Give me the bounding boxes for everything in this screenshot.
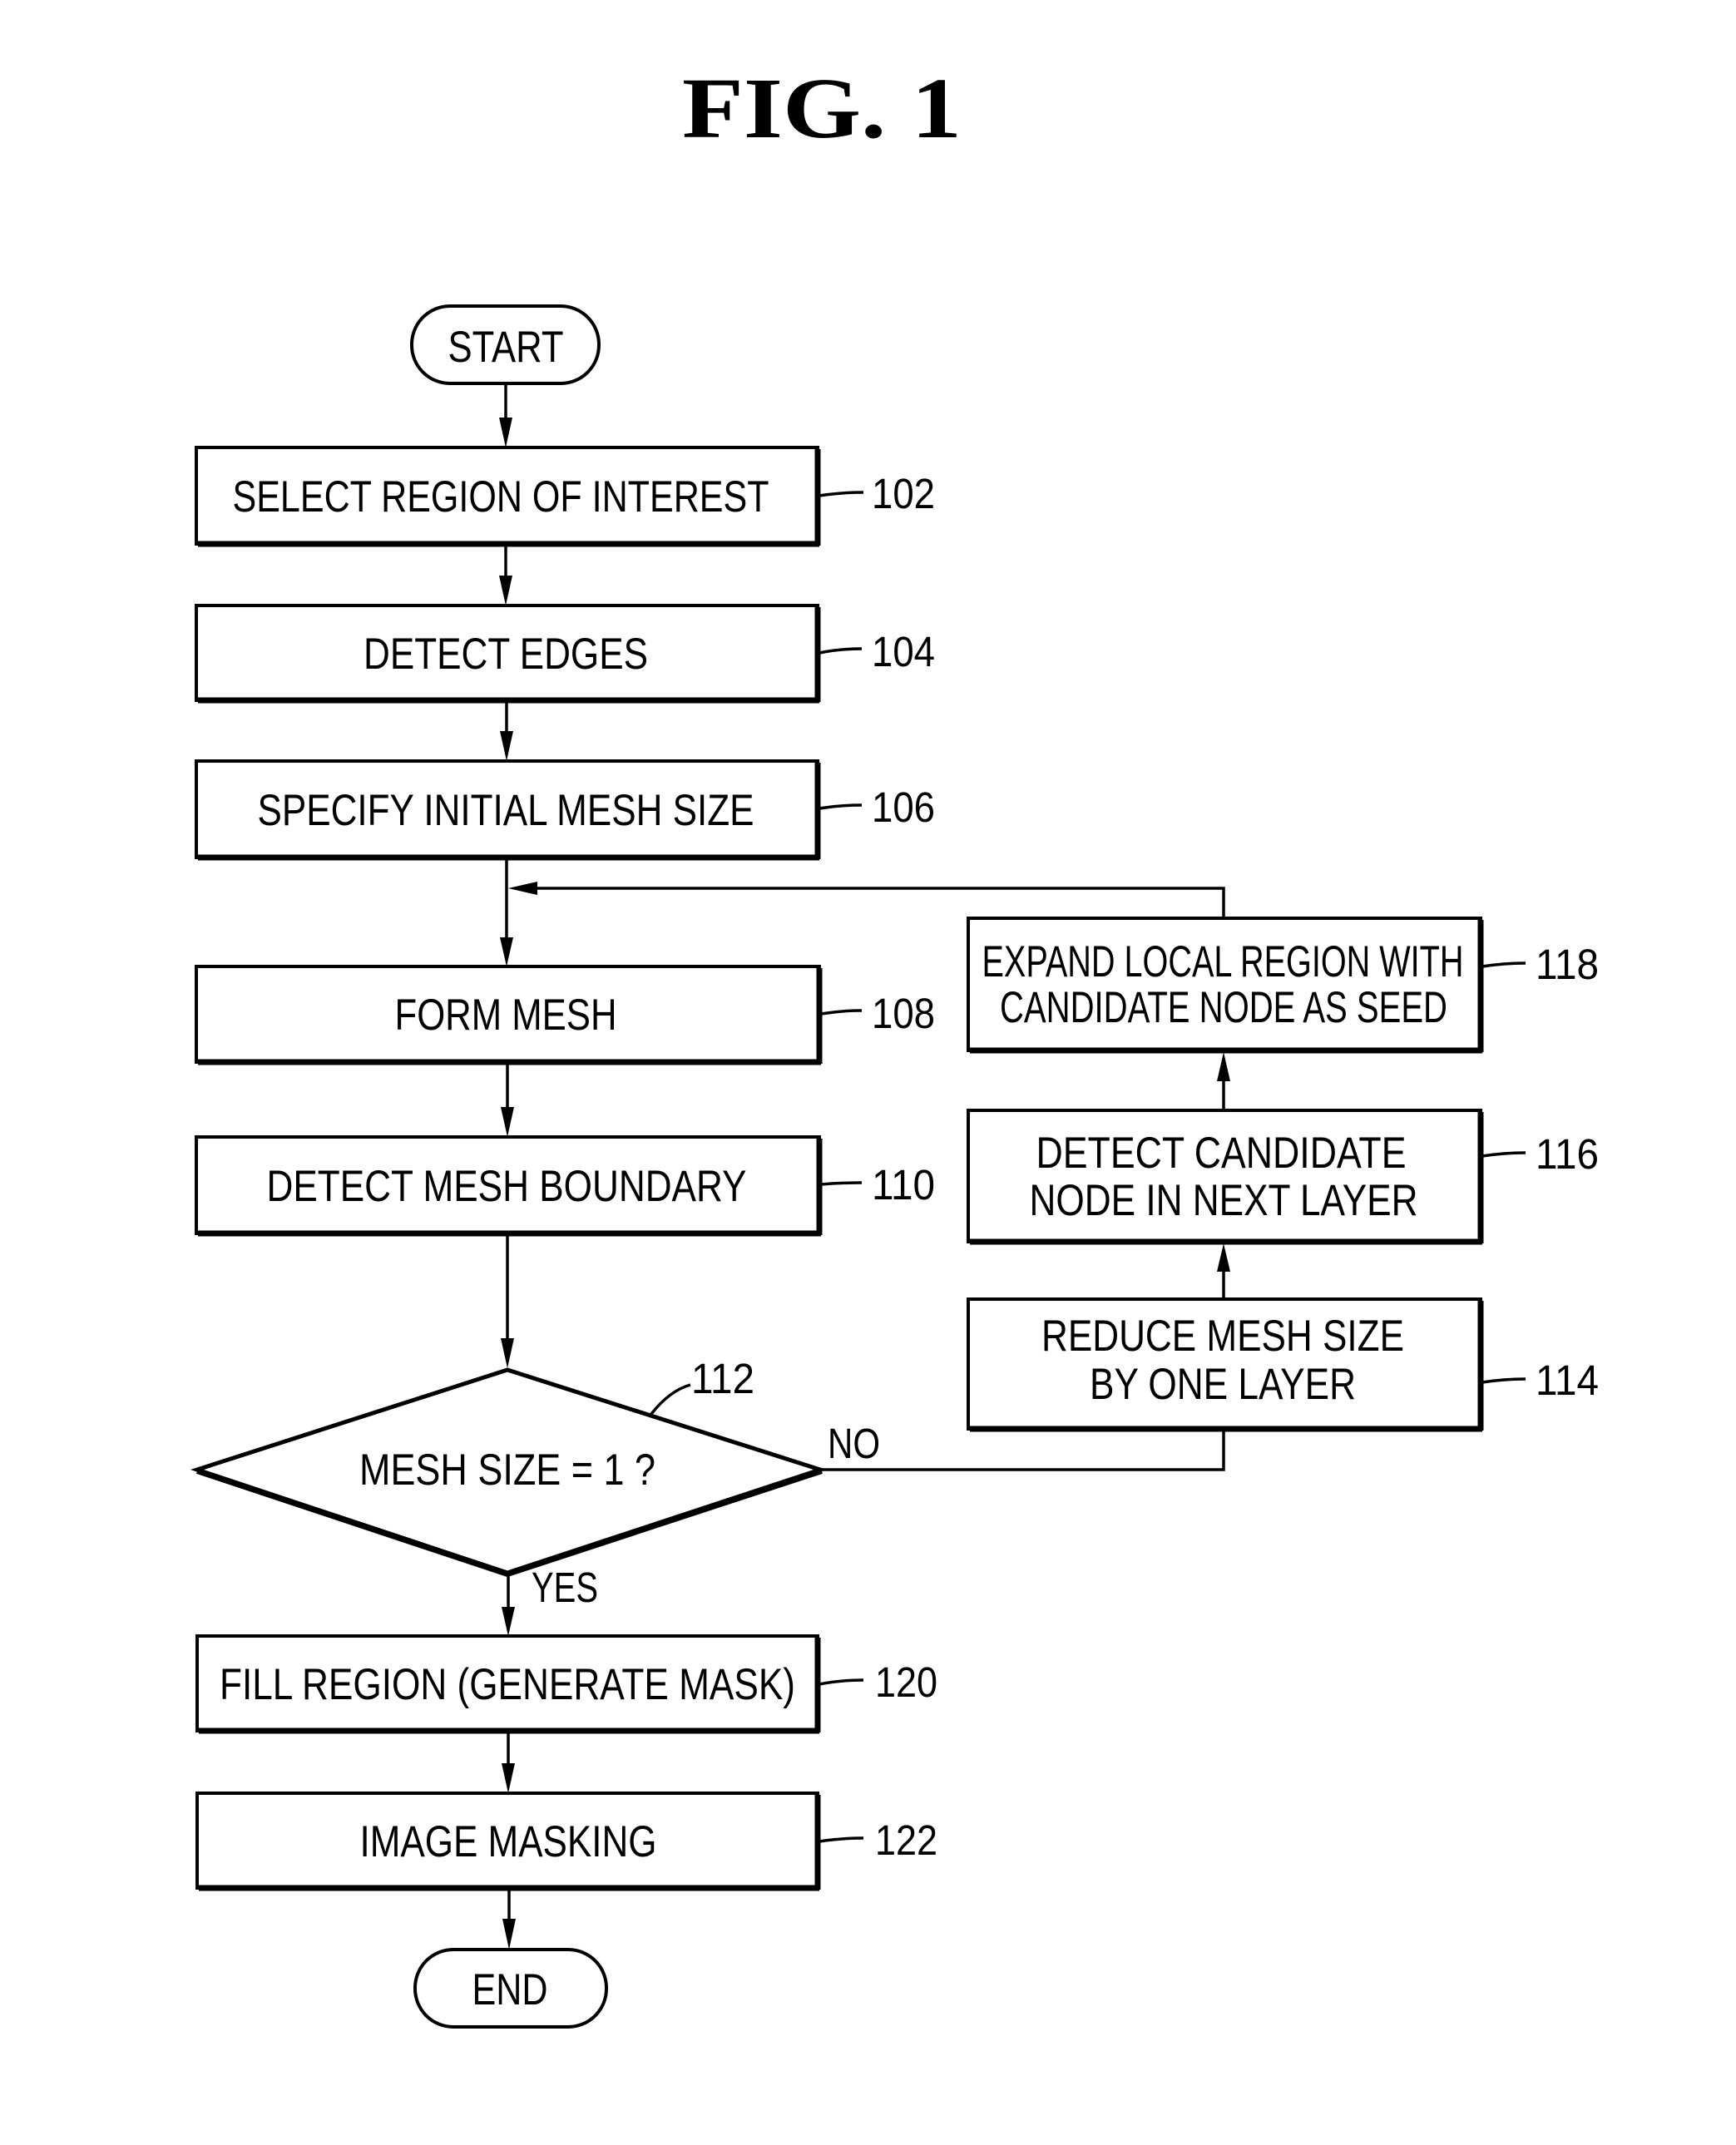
step-106-ref: 106 xyxy=(872,783,935,831)
connector-114-116 xyxy=(1217,1243,1230,1299)
connector-108-110 xyxy=(501,1064,514,1137)
step-114-ref: 114 xyxy=(1536,1357,1599,1404)
step-106: SPECIFY INITIAL MESH SIZE 106 xyxy=(195,759,935,861)
step-116-label-line1: DETECT CANDIDATE xyxy=(1036,1129,1407,1178)
step-118: EXPAND LOCAL REGION WITH CANDIDATE NODE … xyxy=(967,917,1599,1054)
step-116-leader xyxy=(1481,1151,1526,1158)
flowchart-figure: FIG. 1 START SELECT REGION OF INTEREST 1… xyxy=(190,61,1599,2029)
connector-104-106 xyxy=(500,702,513,761)
arrowhead-down-icon xyxy=(499,418,512,447)
step-108-label: FORM MESH xyxy=(395,991,617,1040)
step-104-ref: 104 xyxy=(872,628,935,675)
connector-start-102 xyxy=(499,384,512,447)
connector-106-108 xyxy=(500,859,513,966)
figure-title: FIG. 1 xyxy=(682,61,962,156)
step-116-label-line2: NODE IN NEXT LAYER xyxy=(1030,1176,1418,1225)
connector-118-loop-back xyxy=(508,882,1225,918)
decision-112: MESH SIZE = 1 ? 112 NO YES xyxy=(190,1355,880,1611)
arrowhead-down-icon xyxy=(502,1763,515,1793)
connector-116-118 xyxy=(1217,1052,1230,1110)
arrowhead-down-icon xyxy=(499,576,512,605)
connector-110-112 xyxy=(501,1235,514,1368)
connector-122-end xyxy=(502,1890,516,1950)
step-108-ref: 108 xyxy=(872,990,935,1037)
step-118-ref: 118 xyxy=(1536,941,1599,988)
step-118-label-line1: EXPAND LOCAL REGION WITH xyxy=(982,937,1464,986)
arrowhead-down-icon xyxy=(502,1607,515,1636)
start-label: START xyxy=(448,323,564,372)
step-102-leader xyxy=(819,491,864,497)
step-104: DETECT EDGES 104 xyxy=(195,604,935,704)
step-122-leader xyxy=(819,1836,864,1843)
step-122: IMAGE MASKING 122 xyxy=(195,1792,937,1891)
step-118-leader xyxy=(1481,961,1526,968)
arrowhead-down-icon xyxy=(502,1919,516,1950)
step-108: FORM MESH 108 xyxy=(195,965,935,1065)
step-120: FILL REGION (GENERATE MASK) 120 xyxy=(195,1634,937,1734)
decision-112-label: MESH SIZE = 1 ? xyxy=(359,1446,655,1495)
step-104-leader xyxy=(819,647,863,655)
step-114: REDUCE MESH SIZE BY ONE LAYER 114 xyxy=(967,1297,1599,1432)
step-114-label-line1: REDUCE MESH SIZE xyxy=(1041,1312,1404,1361)
decision-112-leader xyxy=(650,1383,691,1416)
end-label: END xyxy=(472,1965,548,2014)
step-102-label: SELECT REGION OF INTEREST xyxy=(233,472,769,521)
step-102: SELECT REGION OF INTEREST 102 xyxy=(195,446,935,547)
decision-112-ref: 112 xyxy=(691,1355,754,1402)
step-110-label: DETECT MESH BOUNDARY xyxy=(267,1162,747,1211)
connector-112-yes-120 xyxy=(502,1574,515,1636)
step-114-leader xyxy=(1481,1377,1526,1384)
arrowhead-down-icon xyxy=(501,1107,514,1137)
arrowhead-up-icon xyxy=(1217,1052,1230,1081)
connector-112-no-114 xyxy=(822,1431,1225,1471)
step-110-leader xyxy=(820,1181,863,1186)
step-116-ref: 116 xyxy=(1536,1130,1599,1178)
end-terminator: END xyxy=(413,1948,608,2029)
arrowhead-down-icon xyxy=(500,731,513,761)
decision-yes-label: YES xyxy=(532,1564,598,1611)
step-122-label: IMAGE MASKING xyxy=(360,1817,657,1866)
step-122-ref: 122 xyxy=(875,1816,937,1864)
step-110-ref: 110 xyxy=(872,1161,935,1208)
step-110: DETECT MESH BOUNDARY 110 xyxy=(195,1135,935,1237)
arrowhead-down-icon xyxy=(501,1338,514,1368)
step-118-label-line2: CANDIDATE NODE AS SEED xyxy=(1000,983,1447,1032)
step-116: DETECT CANDIDATE NODE IN NEXT LAYER 116 xyxy=(967,1109,1599,1245)
step-120-label: FILL REGION (GENERATE MASK) xyxy=(220,1660,795,1709)
step-104-label: DETECT EDGES xyxy=(364,630,648,679)
step-114-label-line2: BY ONE LAYER xyxy=(1090,1360,1356,1409)
step-108-leader xyxy=(820,1009,863,1016)
arrowhead-left-icon xyxy=(508,882,537,895)
step-120-leader xyxy=(819,1678,864,1686)
decision-no-label: NO xyxy=(828,1420,880,1467)
step-102-ref: 102 xyxy=(872,470,935,517)
step-120-ref: 120 xyxy=(875,1658,937,1706)
step-106-leader xyxy=(819,803,863,810)
arrowhead-down-icon xyxy=(500,937,513,966)
start-terminator: START xyxy=(410,304,601,385)
step-106-label: SPECIFY INITIAL MESH SIZE xyxy=(258,786,754,835)
connector-102-104 xyxy=(499,546,512,605)
connector-120-122 xyxy=(502,1732,515,1793)
arrowhead-up-icon xyxy=(1217,1243,1230,1272)
